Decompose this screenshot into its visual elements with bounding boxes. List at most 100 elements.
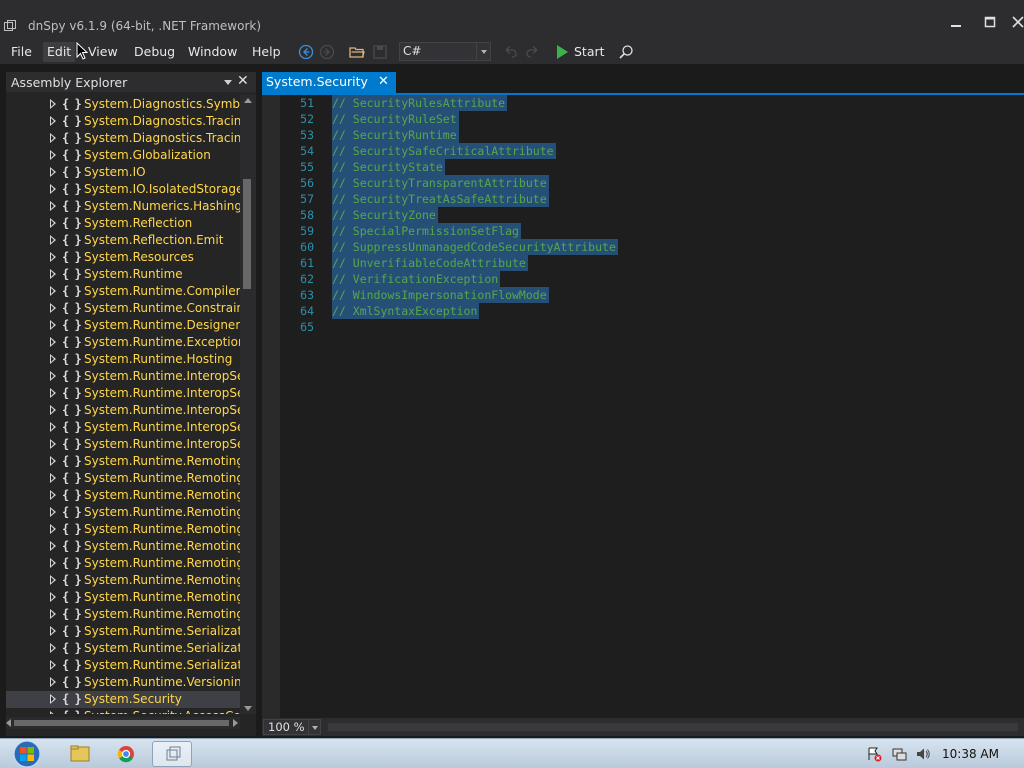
expand-arrow-icon[interactable] — [50, 116, 56, 126]
tree-item[interactable]: { }System.Runtime.InteropServi — [6, 402, 240, 419]
tree-item[interactable]: { }System.Runtime.InteropServi — [6, 419, 240, 436]
windows-start-icon[interactable] — [10, 739, 44, 768]
expand-arrow-icon[interactable] — [50, 660, 56, 670]
expand-arrow-icon[interactable] — [50, 609, 56, 619]
expand-arrow-icon[interactable] — [50, 626, 56, 636]
expand-arrow-icon[interactable] — [50, 201, 56, 211]
tree-item[interactable]: { }System.Runtime.Remoting.M — [6, 555, 240, 572]
menu-help[interactable]: Help — [248, 42, 285, 62]
expand-arrow-icon[interactable] — [50, 252, 56, 262]
expand-arrow-icon[interactable] — [50, 677, 56, 687]
taskbar-explorer-button[interactable] — [60, 741, 100, 767]
network-icon[interactable] — [891, 746, 907, 762]
close-tab-icon[interactable]: ✕ — [378, 72, 389, 92]
expand-arrow-icon[interactable] — [50, 439, 56, 449]
tree-item[interactable]: { } System.Runtime.Versioning — [6, 674, 240, 691]
tree-item[interactable]: { } System.Resources — [6, 249, 240, 266]
tree-item[interactable]: { }System.Diagnostics.SymbolSt — [6, 96, 240, 113]
expand-arrow-icon[interactable] — [50, 541, 56, 551]
expand-arrow-icon[interactable] — [50, 575, 56, 585]
expand-arrow-icon[interactable] — [50, 405, 56, 415]
expand-arrow-icon[interactable] — [50, 643, 56, 653]
panel-menu-chevron-icon[interactable] — [224, 80, 232, 85]
tree-item[interactable]: { }System.Runtime.Serialization — [6, 623, 240, 640]
tree-item[interactable]: { }System.Runtime.Constrained — [6, 300, 240, 317]
expand-arrow-icon[interactable] — [50, 422, 56, 432]
action-center-icon[interactable] — [866, 746, 882, 762]
expand-arrow-icon[interactable] — [50, 371, 56, 381]
tree-item[interactable]: { }System.Runtime.DesignerServ — [6, 317, 240, 334]
expand-arrow-icon[interactable] — [50, 711, 56, 714]
tree-item[interactable]: { }System.Runtime.InteropServi — [6, 368, 240, 385]
expand-arrow-icon[interactable] — [50, 524, 56, 534]
tree-item[interactable]: { } System.Reflection.Emit — [6, 232, 240, 249]
expand-arrow-icon[interactable] — [50, 167, 56, 177]
close-window-button[interactable] — [1012, 14, 1024, 36]
expand-arrow-icon[interactable] — [50, 99, 56, 109]
scroll-thumb[interactable] — [243, 179, 251, 289]
tree-item[interactable]: { }System.Runtime.InteropServi — [6, 436, 240, 453]
taskbar-chrome-button[interactable] — [106, 741, 146, 767]
tree-item[interactable]: { } System.Reflection — [6, 215, 240, 232]
menu-view[interactable]: View — [84, 42, 122, 62]
menu-edit[interactable]: Edit — [43, 42, 76, 62]
tree-item[interactable]: { } System.Runtime.Remoting — [6, 453, 240, 470]
expand-arrow-icon[interactable] — [50, 269, 56, 279]
expand-arrow-icon[interactable] — [50, 456, 56, 466]
zoom-select[interactable]: 100 % — [263, 719, 321, 735]
tree-item[interactable]: { } System.IO.IsolatedStorage — [6, 181, 240, 198]
scroll-left-icon[interactable] — [6, 719, 11, 727]
undo-icon[interactable] — [501, 43, 519, 61]
tree-item[interactable]: { } System.Globalization — [6, 147, 240, 164]
taskbar-dnspy-button[interactable] — [152, 741, 192, 767]
tree-item[interactable]: { }System.Runtime.Remoting.M — [6, 538, 240, 555]
tree-item[interactable]: { }System.Runtime.Remoting.Pr — [6, 589, 240, 606]
tree-item[interactable]: { }System.Runtime.InteropServi — [6, 385, 240, 402]
expand-arrow-icon[interactable] — [50, 303, 56, 313]
expand-arrow-icon[interactable] — [50, 490, 56, 500]
open-folder-icon[interactable] — [348, 43, 366, 61]
redo-icon[interactable] — [524, 43, 542, 61]
tab-system-security[interactable]: System.Security ✕ — [262, 72, 396, 93]
expand-arrow-icon[interactable] — [50, 507, 56, 517]
tree-item[interactable]: { } System.Runtime.Remoting.A — [6, 470, 240, 487]
tree-item[interactable]: { }System.Runtime.ExceptionSer — [6, 334, 240, 351]
navigate-back-icon[interactable] — [297, 43, 315, 61]
tree-item[interactable]: { }System.Runtime.CompilerSer — [6, 283, 240, 300]
tree-horizontal-scrollbar[interactable] — [6, 717, 240, 729]
scroll-up-icon[interactable] — [244, 98, 252, 103]
menu-debug[interactable]: Debug — [130, 42, 179, 62]
scroll-down-icon[interactable] — [244, 706, 252, 711]
close-panel-icon[interactable]: ✕ — [237, 73, 249, 89]
scroll-right-icon[interactable] — [233, 719, 238, 727]
tree-item[interactable]: { }System.Runtime.Remoting.Li — [6, 521, 240, 538]
tree-item[interactable]: { } System.IO — [6, 164, 240, 181]
scroll-thumb-horizontal[interactable] — [14, 720, 229, 726]
maximize-button[interactable] — [975, 14, 1005, 36]
tree-item[interactable]: { }System.Runtime.Remoting.Cl — [6, 487, 240, 504]
tree-item[interactable]: { } System.Runtime.Remoting.C — [6, 504, 240, 521]
tree-item[interactable]: { }System.Security.AccessContr — [6, 708, 240, 714]
expand-arrow-icon[interactable] — [50, 286, 56, 296]
expand-arrow-icon[interactable] — [50, 133, 56, 143]
expand-arrow-icon[interactable] — [50, 320, 56, 330]
tree-item[interactable]: { } System.Runtime — [6, 266, 240, 283]
search-icon[interactable] — [617, 43, 635, 61]
tree-item[interactable]: { } System.Runtime.Hosting — [6, 351, 240, 368]
expand-arrow-icon[interactable] — [50, 592, 56, 602]
tree-item[interactable]: { }System.Runtime.Remoting.Se — [6, 606, 240, 623]
tree-item[interactable]: { }System.Diagnostics.Tracing.In — [6, 130, 240, 147]
expand-arrow-icon[interactable] — [50, 694, 56, 704]
volume-icon[interactable] — [915, 746, 931, 762]
save-icon[interactable] — [371, 43, 389, 61]
expand-arrow-icon[interactable] — [50, 558, 56, 568]
tree-item[interactable]: { }System.Runtime.Serialization. — [6, 657, 240, 674]
expand-arrow-icon[interactable] — [50, 337, 56, 347]
taskbar-clock[interactable]: 10:38 AM — [942, 747, 999, 761]
expand-arrow-icon[interactable] — [50, 473, 56, 483]
minimize-button[interactable] — [941, 14, 971, 36]
tree-item[interactable]: { } System.Diagnostics.Tracing — [6, 113, 240, 130]
expand-arrow-icon[interactable] — [50, 150, 56, 160]
expand-arrow-icon[interactable] — [50, 218, 56, 228]
expand-arrow-icon[interactable] — [50, 388, 56, 398]
